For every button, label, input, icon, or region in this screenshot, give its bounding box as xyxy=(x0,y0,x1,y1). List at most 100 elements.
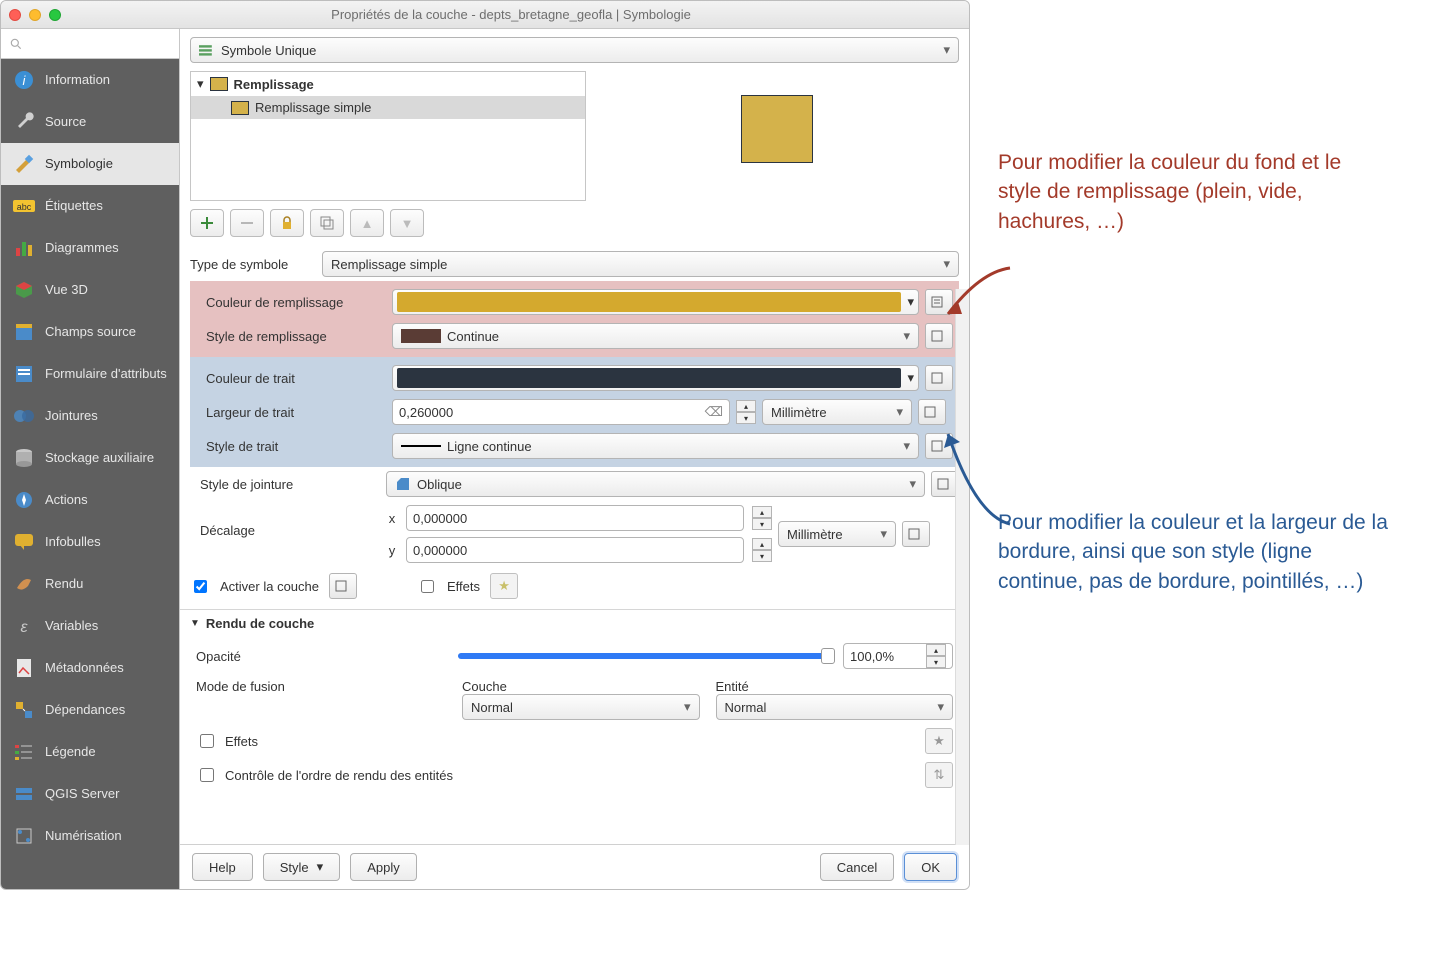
sidebar-item-rendu[interactable]: Rendu xyxy=(1,563,179,605)
data-defined-icon xyxy=(908,527,924,541)
annotation-stroke: Pour modifier la couleur et la largeur d… xyxy=(998,508,1398,596)
opacity-slider[interactable] xyxy=(458,654,831,658)
offset-unit-combo[interactable]: Millimètre▾ xyxy=(778,521,896,547)
sidebar-item-actions[interactable]: Actions xyxy=(1,479,179,521)
data-defined-button[interactable] xyxy=(925,323,953,349)
arrow-red-icon xyxy=(940,264,1020,326)
variables-icon: ε xyxy=(13,615,35,637)
stroke-style-combo[interactable]: Ligne continue ▾ xyxy=(392,433,919,459)
scrollbar[interactable] xyxy=(955,289,969,845)
duplicate-button[interactable] xyxy=(310,209,344,237)
triangle-up-icon: ▲ xyxy=(361,216,374,231)
cancel-button[interactable]: Cancel xyxy=(820,853,894,881)
activate-layer-checkbox[interactable] xyxy=(194,580,207,593)
sidebar-item-champs[interactable]: Champs source xyxy=(1,311,179,353)
chevron-down-icon: ▾ xyxy=(896,404,903,420)
sidebar-item-vue3d[interactable]: Vue 3D xyxy=(1,269,179,311)
sidebar-item-symbologie[interactable]: Symbologie xyxy=(1,143,179,185)
move-down-button[interactable]: ▼ xyxy=(390,209,424,237)
effects-checkbox[interactable] xyxy=(421,580,434,593)
fields-icon xyxy=(13,321,35,343)
plus-icon xyxy=(200,216,214,230)
close-icon[interactable] xyxy=(9,9,21,21)
chevron-down-icon: ▾ xyxy=(317,859,324,875)
stroke-width-input[interactable]: 0,260000 ⌫ xyxy=(392,399,730,425)
lock-button[interactable] xyxy=(270,209,304,237)
offset-y-input[interactable]: 0,000000 xyxy=(406,537,744,563)
svg-text:abc: abc xyxy=(17,202,32,212)
minimize-icon[interactable] xyxy=(29,9,41,21)
render-order-checkbox[interactable] xyxy=(200,768,214,782)
star-icon: ★ xyxy=(498,578,510,594)
search-input[interactable] xyxy=(1,29,179,59)
render-effects-checkbox[interactable] xyxy=(200,734,214,748)
data-defined-button[interactable] xyxy=(329,573,357,599)
join-style-combo[interactable]: Oblique ▾ xyxy=(386,471,925,497)
sidebar-item-legende[interactable]: Légende xyxy=(1,731,179,773)
sort-config-button[interactable]: ⇅ xyxy=(925,762,953,788)
offset-x-label: x xyxy=(386,511,398,526)
stroke-width-spinner[interactable]: ▴▾ xyxy=(736,400,756,424)
remove-symbol-layer-button[interactable] xyxy=(230,209,264,237)
data-defined-button[interactable] xyxy=(925,365,953,391)
clear-icon[interactable]: ⌫ xyxy=(705,404,723,420)
symbol-layer-tree[interactable]: ▾ Remplissage Remplissage simple xyxy=(190,71,586,201)
renderer-combo[interactable]: Symbole Unique ▾ xyxy=(190,37,959,63)
effects-config-button[interactable]: ★ xyxy=(925,728,953,754)
tooltip-icon xyxy=(13,531,35,553)
zoom-icon[interactable] xyxy=(49,9,61,21)
blend-layer-combo[interactable]: Normal▾ xyxy=(462,694,700,720)
ok-button[interactable]: OK xyxy=(904,853,957,881)
opacity-value-input[interactable]: 100,0% ▴▾ xyxy=(843,643,953,669)
chevron-down-icon: ▾ xyxy=(684,699,691,715)
move-up-button[interactable]: ▲ xyxy=(350,209,384,237)
data-defined-button[interactable] xyxy=(902,521,930,547)
effects-config-button[interactable]: ★ xyxy=(490,573,518,599)
help-button[interactable]: Help xyxy=(192,853,253,881)
chevron-down-icon: ▾ xyxy=(903,438,910,454)
sidebar-item-stockage[interactable]: Stockage auxiliaire xyxy=(1,437,179,479)
titlebar: Propriétés de la couche - depts_bretagne… xyxy=(1,1,969,29)
apply-button[interactable]: Apply xyxy=(350,853,417,881)
blend-feature-combo[interactable]: Normal▾ xyxy=(716,694,954,720)
tree-child[interactable]: Remplissage simple xyxy=(191,96,585,119)
sidebar-item-qgis-server[interactable]: QGIS Server xyxy=(1,773,179,815)
opacity-label: Opacité xyxy=(196,649,446,664)
sidebar: iInformation Source Symbologie abcÉtique… xyxy=(1,29,179,889)
add-symbol-layer-button[interactable] xyxy=(190,209,224,237)
sidebar-item-dependances[interactable]: Dépendances xyxy=(1,689,179,731)
sidebar-item-formulaire[interactable]: Formulaire d'attributs xyxy=(1,353,179,395)
digit-icon xyxy=(13,825,35,847)
search-icon xyxy=(9,37,23,51)
diagrams-icon xyxy=(13,237,35,259)
stroke-color-picker[interactable]: ▾ xyxy=(392,365,919,391)
sidebar-item-etiquettes[interactable]: abcÉtiquettes xyxy=(1,185,179,227)
metadata-icon xyxy=(13,657,35,679)
offset-x-spinner[interactable]: ▴▾ xyxy=(752,506,772,530)
window-title: Propriétés de la couche - depts_bretagne… xyxy=(61,7,961,22)
layer-rendering-header[interactable]: ▼ Rendu de couche xyxy=(180,610,969,637)
tree-root[interactable]: ▾ Remplissage xyxy=(191,72,585,96)
sidebar-item-jointures[interactable]: Jointures xyxy=(1,395,179,437)
sidebar-item-diagrammes[interactable]: Diagrammes xyxy=(1,227,179,269)
form-icon xyxy=(13,363,35,385)
deps-icon xyxy=(13,699,35,721)
sidebar-item-source[interactable]: Source xyxy=(1,101,179,143)
sidebar-item-information[interactable]: iInformation xyxy=(1,59,179,101)
fill-style-combo[interactable]: Continue ▾ xyxy=(392,323,919,349)
legend-icon xyxy=(13,741,35,763)
sidebar-item-variables[interactable]: εVariables xyxy=(1,605,179,647)
symbol-type-combo[interactable]: Remplissage simple▾ xyxy=(322,251,959,277)
sidebar-item-infobulles[interactable]: Infobulles xyxy=(1,521,179,563)
chevron-down-icon: ▾ xyxy=(907,370,914,386)
offset-y-spinner[interactable]: ▴▾ xyxy=(752,538,772,562)
data-defined-icon xyxy=(931,371,947,385)
sidebar-item-numerisation[interactable]: Numérisation xyxy=(1,815,179,857)
sidebar-item-metadonnees[interactable]: Métadonnées xyxy=(1,647,179,689)
offset-x-input[interactable]: 0,000000 xyxy=(406,505,744,531)
fill-color-picker[interactable]: ▾ xyxy=(392,289,919,315)
symbol-preview xyxy=(594,71,959,201)
style-button[interactable]: Style▾ xyxy=(263,853,340,881)
expand-icon[interactable]: ▾ xyxy=(197,76,204,92)
stroke-width-unit-combo[interactable]: Millimètre▾ xyxy=(762,399,912,425)
